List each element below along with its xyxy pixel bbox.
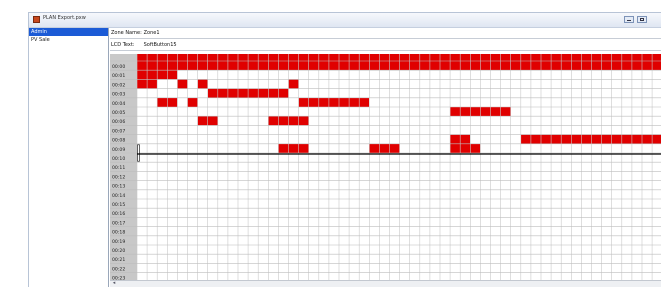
row-header-label[interactable]: 00:17	[112, 220, 125, 226]
schedule-cell-on[interactable]	[197, 79, 208, 89]
grid-background	[110, 54, 661, 281]
zone-name-value: Zone1	[143, 30, 160, 36]
title-bar: PLAN Export.pxw	[29, 13, 661, 28]
row-header-label[interactable]: 00:08	[112, 138, 125, 144]
row-header-label[interactable]: 00:13	[112, 184, 125, 190]
sidebar: Admin PV Sale	[29, 28, 109, 287]
sidebar-item-label: Admin	[31, 29, 47, 35]
row-header-label[interactable]: 00:04	[112, 101, 125, 107]
zone-name-label: Zone Name:	[111, 30, 142, 36]
lcd-text-value: SoftButton15	[143, 42, 177, 48]
schedule-cell-on[interactable]	[187, 97, 198, 107]
minimize-icon[interactable]	[624, 16, 634, 23]
sidebar-item-pv-sale[interactable]: PV Sale	[29, 36, 108, 44]
row-header-label[interactable]: 00:02	[112, 82, 125, 88]
sidebar-item-admin[interactable]: Admin	[29, 28, 108, 36]
row-header-label[interactable]: 00:01	[112, 73, 125, 79]
lcd-text-row: LCD Text: SoftButton15	[111, 40, 177, 50]
row-header-label[interactable]: 00:03	[112, 92, 125, 98]
row-header-label[interactable]: 00:22	[112, 266, 125, 272]
row-header-label[interactable]: 00:07	[112, 128, 125, 134]
row-header-label[interactable]: 00:09	[112, 147, 125, 153]
schedule-cell-on[interactable]	[520, 134, 661, 144]
row-header-label[interactable]: 00:20	[112, 248, 125, 254]
zone-name-row: Zone Name: Zone1	[111, 28, 160, 38]
schedule-grid[interactable]: 00:00 00:01 00:02 00:03 00:04 00:05 00:06 00:07…	[110, 54, 661, 281]
schedule-cell-on[interactable]	[369, 143, 400, 153]
row-header-label[interactable]: 00:14	[112, 193, 125, 199]
schedule-cell-on[interactable]	[450, 143, 481, 153]
sidebar-item-label: PV Sale	[31, 37, 50, 43]
app-icon	[33, 16, 40, 23]
divider	[110, 50, 661, 51]
schedule-cell-on[interactable]	[177, 79, 188, 89]
schedule-cell-on[interactable]	[278, 143, 309, 153]
schedule-grid-svg[interactable]: 00:00 00:01 00:02 00:03 00:04 00:05 00:06 00:07…	[110, 54, 661, 281]
row-header-label[interactable]: 00:16	[112, 211, 125, 217]
row-header-label[interactable]: 00:10	[112, 156, 125, 162]
maximize-icon[interactable]	[637, 16, 647, 23]
scroll-left-icon[interactable]: ◂	[111, 281, 117, 286]
schedule-cell-on[interactable]	[288, 79, 299, 89]
schedule-cell-on[interactable]	[137, 61, 661, 71]
schedule-cell-on[interactable]	[137, 54, 661, 61]
app-window: PLAN Export.pxw Admin PV Sale Zone Name:…	[28, 12, 661, 287]
row-header-label[interactable]: 00:06	[112, 119, 125, 125]
row-header-label[interactable]: 00:15	[112, 202, 125, 208]
row-header-label[interactable]: 00:11	[112, 165, 125, 171]
row-cursor-marker	[137, 144, 140, 162]
divider	[110, 38, 661, 39]
schedule-grid-viewport: 00:00 00:01 00:02 00:03 00:04 00:05 00:06 00:07…	[110, 54, 661, 281]
row-header-label[interactable]: 00:21	[112, 257, 125, 263]
row-header-label[interactable]: 00:05	[112, 110, 125, 116]
lcd-text-label: LCD Text:	[111, 42, 135, 48]
window-title: PLAN Export.pxw	[43, 15, 86, 21]
row-header-label[interactable]: 00:12	[112, 174, 125, 180]
row-header-label[interactable]: 00:18	[112, 230, 125, 236]
schedule-cell-on[interactable]	[298, 97, 370, 107]
row-header-label[interactable]: 00:19	[112, 239, 125, 245]
row-header-label[interactable]: 00:00	[112, 64, 125, 70]
